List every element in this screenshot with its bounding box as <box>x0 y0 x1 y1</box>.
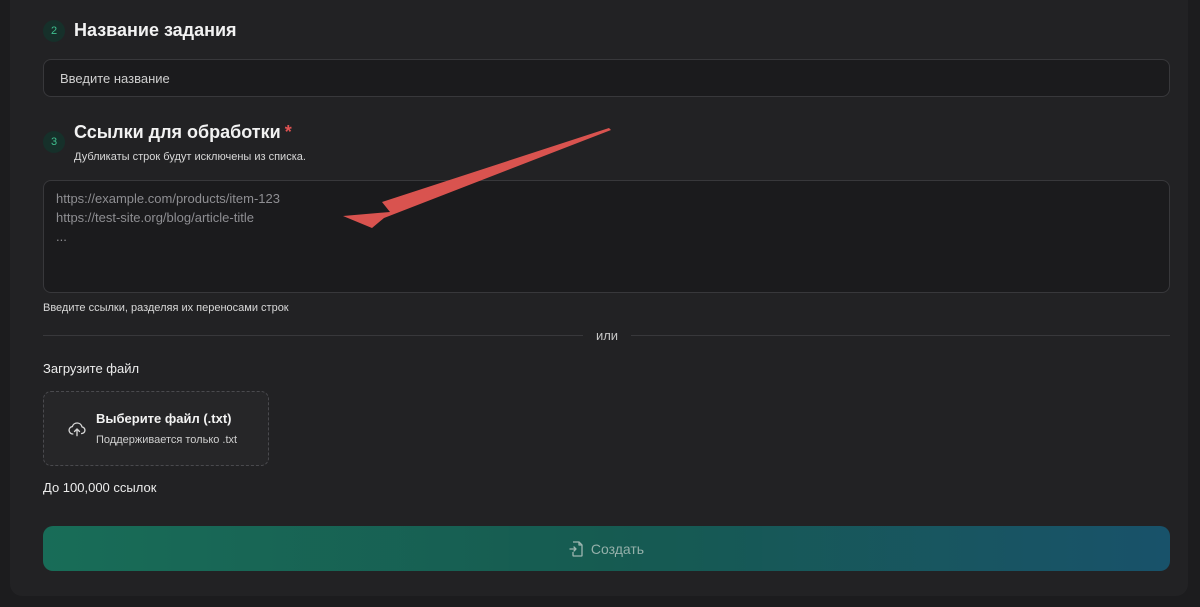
links-subtitle: Дубликаты строк будут исключены из списк… <box>74 151 306 163</box>
cloud-upload-icon <box>68 422 86 437</box>
required-mark: * <box>284 122 292 142</box>
divider-line-left <box>43 335 583 336</box>
create-button-label: Создать <box>590 540 645 557</box>
file-import-icon <box>569 540 583 557</box>
task-name-title: Название задания <box>74 20 237 40</box>
step-badge-3: 3 <box>43 131 65 153</box>
divider-line-right <box>631 335 1170 336</box>
links-title-text: Ссылки для обработки <box>74 122 281 142</box>
task-name-input[interactable] <box>43 59 1170 97</box>
upload-button-subtitle: Поддерживается только .txt <box>96 434 238 446</box>
upload-button-title: Выберите файл (.txt) <box>96 411 232 426</box>
upload-limit: До 100,000 ссылок <box>43 480 157 495</box>
create-button[interactable]: Создать <box>43 526 1170 571</box>
links-title: Ссылки для обработки * <box>74 122 292 143</box>
upload-label: Загрузите файл <box>43 361 140 376</box>
links-hint: Введите ссылки, разделяя их переносами с… <box>43 302 289 314</box>
links-textarea[interactable] <box>43 180 1170 293</box>
file-upload-button[interactable]: Выберите файл (.txt) Поддерживается толь… <box>43 391 269 466</box>
step-badge-2: 2 <box>43 20 65 42</box>
divider-label: или <box>595 328 619 343</box>
